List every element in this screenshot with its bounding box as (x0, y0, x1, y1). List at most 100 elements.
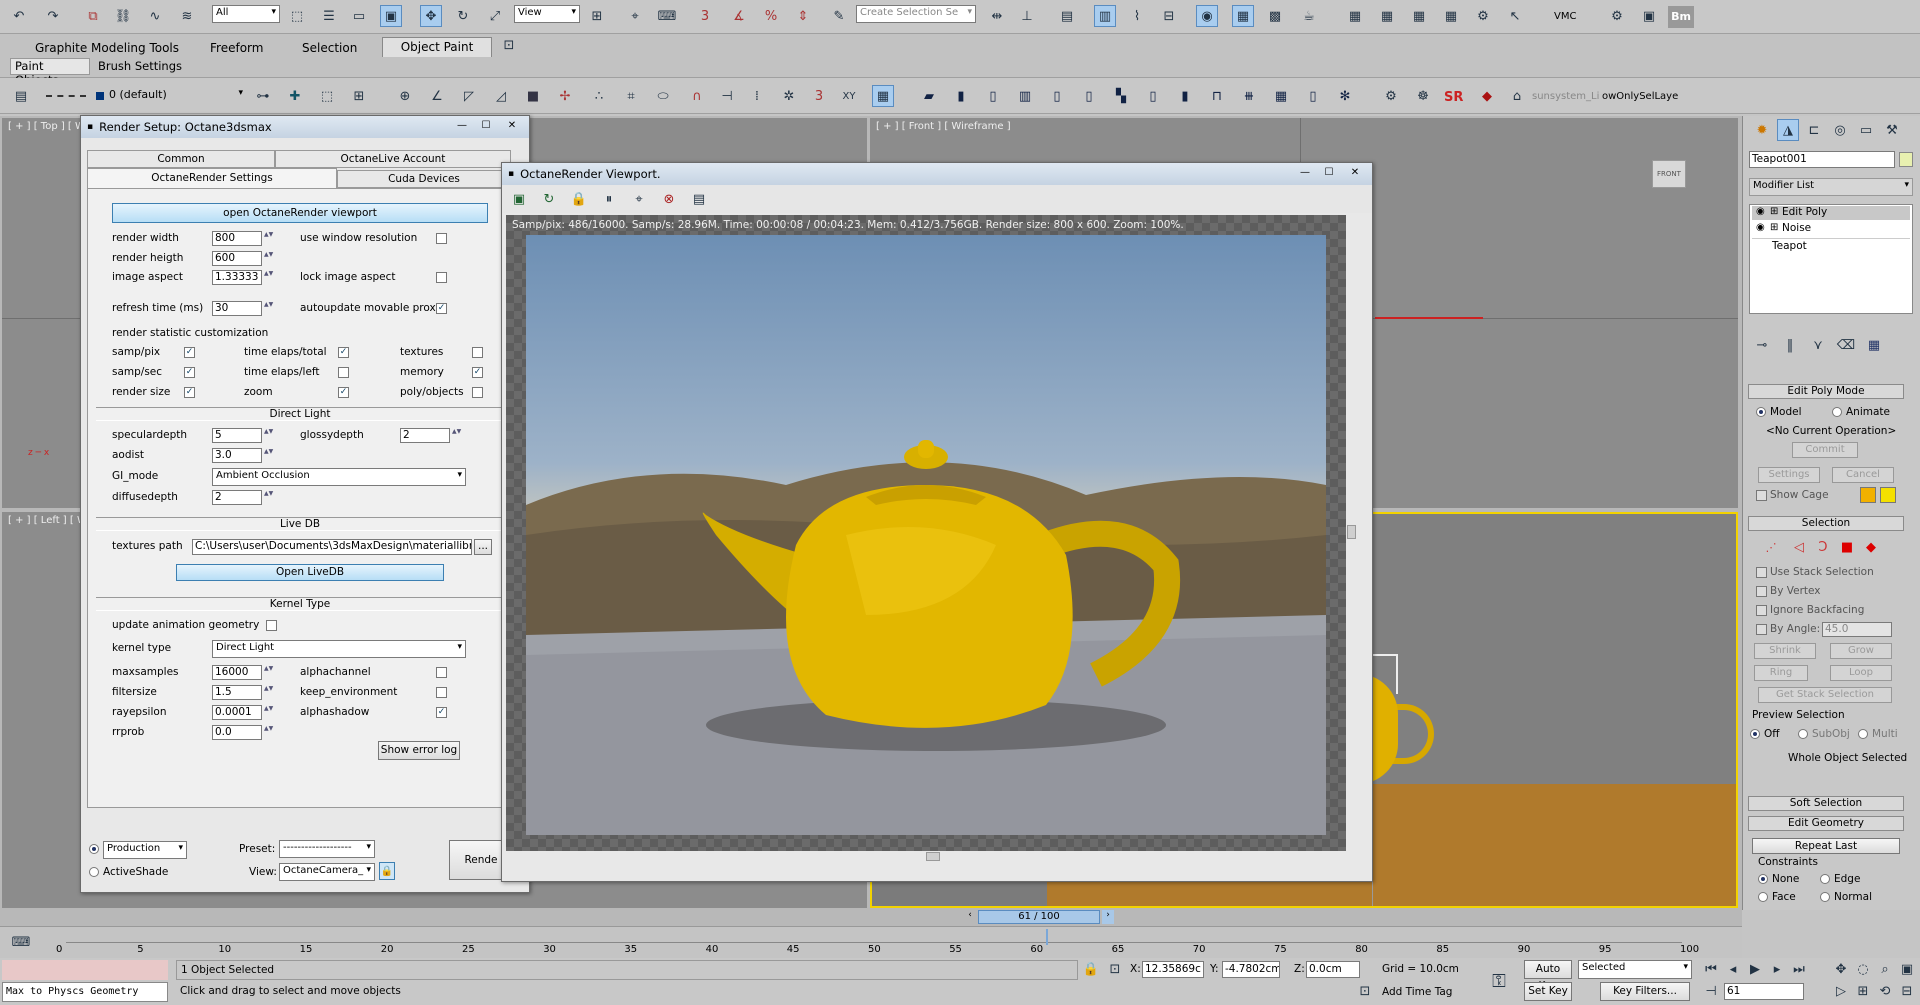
tab-object-paint[interactable]: Object Paint (382, 37, 492, 57)
spinner-icon[interactable]: ▲▼ (264, 301, 273, 316)
remove-modifier-icon[interactable]: ⌫ (1835, 334, 1857, 356)
close-icon[interactable]: ✕ (1344, 166, 1366, 181)
wall-icon-2[interactable]: ▮ (950, 85, 972, 107)
pause-icon[interactable]: ⏸ (598, 188, 620, 210)
soft-selection-header[interactable]: Soft Selection (1748, 796, 1904, 811)
pointer-icon[interactable]: ↖ (1504, 5, 1526, 27)
sunsystem-label[interactable]: sunsystem_Li (1532, 91, 1599, 102)
zoom-extents-icon[interactable]: ⊞ (1852, 982, 1874, 1000)
tower-icon[interactable]: ▯ (1302, 85, 1324, 107)
absolute-mode-icon[interactable]: ⊡ (1104, 960, 1126, 978)
field-of-view-icon[interactable]: ▷ (1830, 982, 1852, 1000)
select-by-name-icon[interactable]: ☰ (318, 5, 340, 27)
checker-icon-3[interactable]: ▦ (1408, 5, 1430, 27)
viewport-top-label[interactable]: [ + ] [ Top ] [ W (8, 121, 85, 132)
expand-icon[interactable]: ⊞ (1770, 222, 1778, 233)
undo-icon[interactable]: ↶ (8, 5, 30, 27)
mini-curve-editor-icon[interactable]: ⌨ (10, 931, 32, 953)
selection-filter-dropdown[interactable]: All (212, 5, 280, 23)
stack-item[interactable]: Teapot (1752, 238, 1910, 252)
horizontal-scrollbar[interactable] (506, 851, 1358, 863)
rect-selection-icon[interactable]: ▭ (348, 5, 370, 27)
y-coord-input[interactable]: -4.7802cm (1222, 961, 1280, 978)
maximize-icon[interactable]: ☐ (475, 119, 497, 134)
door-icon-1[interactable]: ▯ (982, 85, 1004, 107)
render-env-icon[interactable]: ⚙ (1380, 85, 1402, 107)
edit-geometry-header[interactable]: Edit Geometry (1748, 816, 1904, 831)
layer-props-icon[interactable]: ⊶ (252, 85, 274, 107)
tab-graphite-modeling[interactable]: Graphite Modeling Tools (35, 41, 179, 55)
alphashadow-checkbox[interactable]: ✓ (436, 707, 447, 718)
calc-icon[interactable]: ▦ (872, 85, 894, 107)
edit-poly-mode-header[interactable]: Edit Poly Mode (1748, 384, 1904, 399)
cage-selected-color-swatch[interactable] (1880, 487, 1896, 503)
layer-icon[interactable]: ▤ (10, 85, 32, 107)
select-layer-icon[interactable]: ⬚ (316, 85, 338, 107)
set-key-button[interactable]: Set Key (1524, 982, 1572, 1001)
horizontal-scroll-thumb[interactable] (926, 852, 940, 861)
close-icon[interactable]: ✕ (501, 119, 523, 134)
select-manipulate-icon[interactable]: ⌖ (624, 5, 646, 27)
activeshade-radio[interactable] (89, 867, 99, 877)
spinner-icon[interactable]: ▲▼ (264, 665, 273, 680)
pan-icon[interactable]: ✥ (1830, 960, 1852, 978)
constraint-edge-radio[interactable] (1820, 874, 1830, 884)
preview-subobj-radio[interactable] (1798, 729, 1808, 739)
minimize-icon[interactable]: — (451, 119, 473, 134)
zoom-icon[interactable]: ⌕ (1874, 960, 1896, 978)
production-dropdown[interactable]: Production (103, 841, 187, 859)
shrink-button[interactable]: Shrink (1754, 643, 1816, 659)
add-layer-icon[interactable]: ✚ (284, 85, 306, 107)
spinner-icon[interactable]: ▲▼ (264, 685, 273, 700)
stack-item[interactable]: ◉ ⊞ Noise (1752, 222, 1910, 236)
rayepsilon-input[interactable]: 0.0001 (212, 705, 262, 720)
motion-tab-icon[interactable]: ◎ (1829, 119, 1851, 141)
edge-mode-icon[interactable]: ◁ (1788, 536, 1810, 558)
restart-icon[interactable]: ↻ (538, 188, 560, 210)
rotate-icon[interactable]: ↻ (452, 5, 474, 27)
gear-script-icon[interactable]: ⚙ (1472, 5, 1494, 27)
maxscript-listener-mini[interactable] (2, 960, 168, 980)
key-mode-icon[interactable]: ⊣ (1700, 982, 1722, 1000)
show-only-sel-layer-label[interactable]: owOnlySelLaye (1602, 91, 1678, 102)
minimize-icon[interactable]: — (1294, 166, 1316, 181)
auto-key-button[interactable]: Auto Key (1524, 960, 1572, 992)
prev-key-icon[interactable]: ◂ (1722, 960, 1744, 978)
stat-memory-checkbox[interactable]: ✓ (472, 367, 483, 378)
maxsamples-input[interactable]: 16000 (212, 665, 262, 680)
ribbon-options-icon[interactable]: ⊡ (498, 36, 520, 54)
ellipse-icon[interactable]: ⬭ (652, 85, 674, 107)
cage-color-swatch[interactable] (1860, 487, 1876, 503)
snap-end-icon[interactable]: ∴ (588, 85, 610, 107)
focus-picker-icon[interactable]: ⌖ (628, 188, 650, 210)
commit-button[interactable]: Commit (1792, 442, 1858, 458)
ignore-backfacing-checkbox[interactable] (1756, 605, 1767, 616)
snap-edge-icon[interactable]: ∠ (426, 85, 448, 107)
modify-tab-icon[interactable]: ◮ (1777, 119, 1799, 141)
next-frame-icon[interactable]: › (1102, 910, 1114, 924)
display-tab-icon[interactable]: ▭ (1855, 119, 1877, 141)
livedb-section[interactable]: Live DB (96, 517, 504, 531)
window-crossing-icon[interactable]: ▣ (380, 5, 402, 27)
textures-path-input[interactable]: C:\Users\user\Documents\3dsMaxDesign\mat… (192, 539, 472, 555)
lock-aspect-checkbox[interactable] (436, 272, 447, 283)
expand-icon[interactable]: ⊞ (1770, 206, 1778, 217)
aodist-input[interactable]: 3.0 (212, 448, 262, 463)
by-angle-checkbox[interactable] (1756, 624, 1767, 635)
align-icon[interactable]: ⊥ (1016, 5, 1038, 27)
stat-samp-sec-checkbox[interactable]: ✓ (184, 367, 195, 378)
graphite-toggle-icon[interactable]: ▥ (1094, 5, 1116, 27)
layer-manager-icon[interactable]: ▤ (1056, 5, 1078, 27)
maximize-viewport-icon[interactable]: ▣ (1896, 960, 1918, 978)
snap-vertex-icon[interactable]: ✢ (554, 85, 576, 107)
snap-point-icon[interactable]: ⊕ (394, 85, 416, 107)
preview-multi-radio[interactable] (1858, 729, 1868, 739)
keyboard-shortcut-icon[interactable]: ⌨ (656, 5, 678, 27)
spinner-icon[interactable]: ▲▼ (452, 428, 461, 443)
spinner-icon[interactable]: ▲▼ (264, 231, 273, 246)
keep-env-checkbox[interactable] (436, 687, 447, 698)
direct-light-section[interactable]: Direct Light (96, 407, 504, 421)
activeshade-label[interactable]: ActiveShade (103, 866, 168, 878)
time-tag-icon[interactable]: ⊡ (1354, 982, 1376, 1000)
current-frame-input[interactable]: 61 (1724, 983, 1804, 1000)
